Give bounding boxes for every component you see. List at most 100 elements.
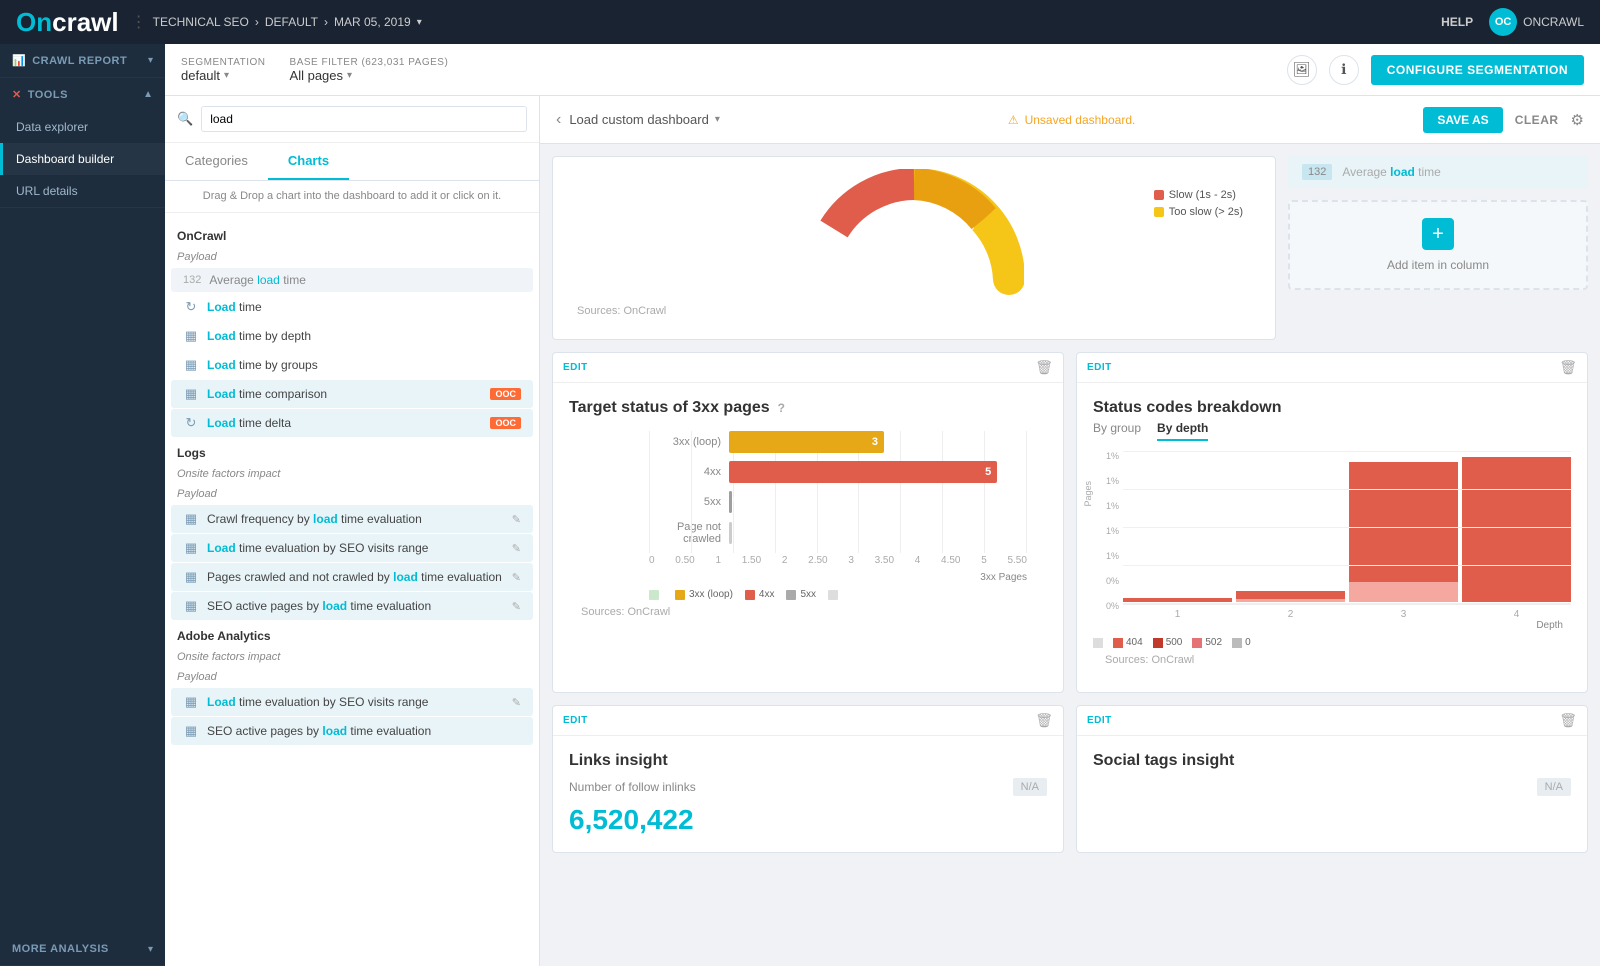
add-item-button[interactable]: + <box>1422 218 1454 250</box>
stacked-columns <box>1123 451 1571 605</box>
chart-item-seo-pages[interactable]: ▦ SEO active pages by load time evaluati… <box>171 592 533 620</box>
tab-charts[interactable]: Charts <box>268 143 349 180</box>
nav-right: HELP OC ONCRAWL <box>1441 8 1584 36</box>
bar-row-5xx: 5xx 0 <box>649 491 1027 513</box>
configure-segmentation-button[interactable]: CONFIGURE SEGMENTATION <box>1371 55 1584 85</box>
bar-track-3xx-loop: 3 <box>729 431 1027 453</box>
base-filter-select[interactable]: All pages ▾ <box>290 68 449 83</box>
dashboard: ‹ Load custom dashboard ▾ ⚠ Unsaved dash… <box>540 96 1600 966</box>
chart-card-3xx-body: Target status of 3xx pages ? <box>553 383 1063 644</box>
y-axis-label-status: Pages <box>1083 481 1093 507</box>
x-axis-label-3xx: 3xx Pages <box>649 572 1027 583</box>
user-menu[interactable]: OC ONCRAWL <box>1489 8 1584 36</box>
add-item-label: Add item in column <box>1387 258 1489 272</box>
edit-label-social[interactable]: EDIT <box>1087 715 1112 726</box>
chart-columns-area: 1 2 3 4 Depth <box>1123 451 1571 631</box>
breadcrumb: ⋮ TECHNICAL SEO › DEFAULT › MAR 05, 2019… <box>131 12 422 32</box>
help-button[interactable]: HELP <box>1441 15 1473 29</box>
tab-by-group[interactable]: By group <box>1093 421 1141 441</box>
tab-by-depth[interactable]: By depth <box>1157 421 1208 441</box>
edit-icon2[interactable]: ✎ <box>512 542 521 555</box>
legend-5xx: 5xx <box>786 589 816 600</box>
legend-dot-4xx <box>745 590 755 600</box>
breadcrumb-item2[interactable]: DEFAULT <box>265 15 318 29</box>
image-icon-btn[interactable]: 🖼 <box>1287 55 1317 85</box>
info-icon-3xx: ? <box>778 401 785 415</box>
dashboard-dropdown[interactable]: Load custom dashboard ▾ <box>569 112 720 127</box>
status-legend: 404 500 502 <box>1093 637 1571 648</box>
legend-text-5xx: 5xx <box>800 589 816 600</box>
sidebar-item-data-explorer[interactable]: Data explorer <box>0 111 165 143</box>
sidebar-item-url-details-label: URL details <box>16 184 78 198</box>
donut-legend: Slow (1s - 2s) Too slow (> 2s) <box>1154 189 1243 218</box>
edit-label-3xx[interactable]: EDIT <box>563 362 588 373</box>
bar-icon9: ▦ <box>183 723 199 739</box>
sidebar-item-dashboard-builder[interactable]: Dashboard builder <box>0 143 165 175</box>
legend-dot-404 <box>1113 638 1123 648</box>
delete-icon-status[interactable]: 🗑 <box>1559 359 1577 376</box>
nav-back-arrow[interactable]: ‹ <box>556 111 561 129</box>
legend-500: 500 <box>1153 637 1183 648</box>
tools-header[interactable]: ✕ TOOLS ▲ <box>0 78 165 111</box>
col-depth-1 <box>1123 598 1232 602</box>
badge-comparison: OOC <box>490 388 521 400</box>
segmentation-select[interactable]: default ▾ <box>181 68 266 83</box>
chart-item-load-seo2[interactable]: ▦ Load time evaluation by SEO visits ran… <box>171 688 533 716</box>
more-chevron: ▾ <box>148 944 153 955</box>
delete-icon-links[interactable]: 🗑 <box>1035 712 1053 729</box>
chart-item-load-seo[interactable]: ▦ Load time evaluation by SEO visits ran… <box>171 534 533 562</box>
chart-card-social: EDIT 🗑 Social tags insight N/A <box>1076 705 1588 853</box>
edit-icon5[interactable]: ✎ <box>512 696 521 709</box>
bar-icon5: ▦ <box>183 540 199 556</box>
legend-dot-empty <box>828 590 838 600</box>
sidebar-item-url-details[interactable]: URL details <box>0 175 165 207</box>
chart-item-load-time[interactable]: ↻ Load time <box>171 293 533 321</box>
tab-categories[interactable]: Categories <box>165 143 268 180</box>
base-filter-arrow: ▾ <box>347 70 352 81</box>
clear-button[interactable]: CLEAR <box>1515 113 1559 127</box>
dropdown-arrow: ▾ <box>715 114 720 125</box>
chart-load-groups-text: Load time by groups <box>207 358 521 372</box>
settings-icon[interactable]: ⚙ <box>1571 111 1584 129</box>
chart-item-load-delta[interactable]: ↻ Load time delta OOC <box>171 409 533 437</box>
tools-section: ✕ TOOLS ▲ Data explorer Dashboard builde… <box>0 78 165 208</box>
edit-icon3[interactable]: ✎ <box>512 571 521 584</box>
nav-left: Oncrawl ⋮ TECHNICAL SEO › DEFAULT › MAR … <box>16 7 422 38</box>
crawl-report-header[interactable]: 📊 CRAWL REPORT ▾ <box>0 44 165 77</box>
x-icon: ✕ <box>12 88 22 101</box>
edit-icon4[interactable]: ✎ <box>512 600 521 613</box>
chart-item-crawl-freq[interactable]: ▦ Crawl frequency by load time evaluatio… <box>171 505 533 533</box>
donut-chart <box>804 169 1024 299</box>
breadcrumb-item3[interactable]: MAR 05, 2019 <box>334 15 411 29</box>
base-filter-label: Base filter (623,031 pages) <box>290 57 449 68</box>
unsaved-badge: ⚠ Unsaved dashboard. <box>1008 113 1136 127</box>
breadcrumb-sep2: › <box>324 15 328 29</box>
search-input[interactable] <box>201 106 527 132</box>
delete-icon-social[interactable]: 🗑 <box>1559 712 1577 729</box>
segmentation-value: default <box>181 68 220 83</box>
dashboard-header-left: ‹ Load custom dashboard ▾ <box>556 111 720 129</box>
delete-icon-3xx[interactable]: 🗑 <box>1035 359 1053 376</box>
chart-item-seo-pages2[interactable]: ▦ SEO active pages by load time evaluati… <box>171 717 533 745</box>
edit-label-status[interactable]: EDIT <box>1087 362 1112 373</box>
more-analysis-header[interactable]: MORE ANALYSIS ▾ <box>0 933 165 965</box>
chart-item-pages-crawled[interactable]: ▦ Pages crawled and not crawled by load … <box>171 563 533 591</box>
chart-item-load-depth[interactable]: ▦ Load time by depth <box>171 322 533 350</box>
legend-text-404: 404 <box>1126 637 1143 648</box>
chart-load-comparison-text: Load time comparison <box>207 387 482 401</box>
breadcrumb-item1[interactable]: TECHNICAL SEO <box>153 15 249 29</box>
save-as-button[interactable]: SAVE AS <box>1423 107 1502 133</box>
x-label-1: 1 <box>1123 609 1232 620</box>
sidebar-item-dashboard-builder-label: Dashboard builder <box>16 152 114 166</box>
edit-icon1[interactable]: ✎ <box>512 513 521 526</box>
base-filter-group: Base filter (623,031 pages) All pages ▾ <box>290 57 449 83</box>
bar-val-4xx: 5 <box>985 466 991 478</box>
legend-dot-slow <box>1154 190 1164 200</box>
chart-item-load-groups[interactable]: ▦ Load time by groups <box>171 351 533 379</box>
legend-status-empty <box>1093 637 1103 648</box>
sidebar: 📊 CRAWL REPORT ▾ ✕ TOOLS ▲ Data explorer… <box>0 44 165 966</box>
chart-item-load-comparison[interactable]: ▦ Load time comparison OOC <box>171 380 533 408</box>
info-icon-btn[interactable]: ℹ <box>1329 55 1359 85</box>
edit-label-links[interactable]: EDIT <box>563 715 588 726</box>
bar-fill-5xx: 0 <box>729 491 732 513</box>
